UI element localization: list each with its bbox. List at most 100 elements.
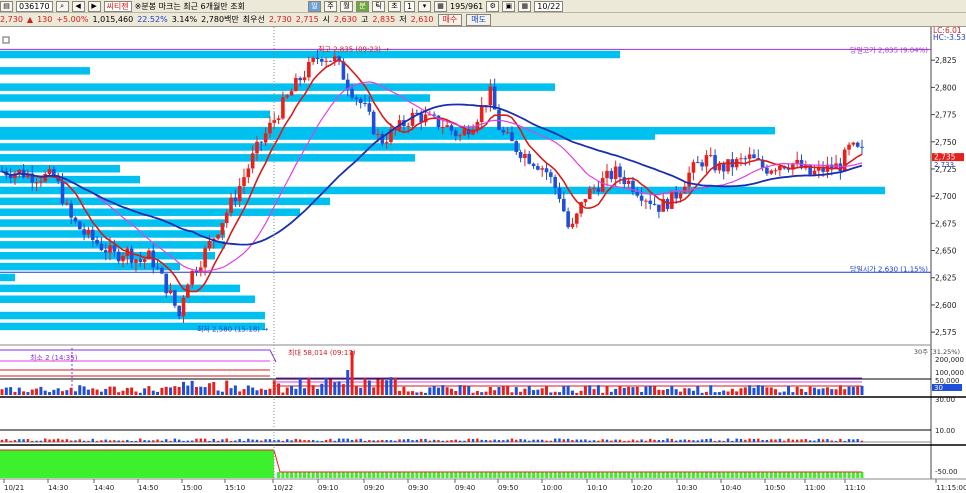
candle <box>181 297 186 317</box>
candle <box>281 97 285 119</box>
stock-code-input[interactable]: 036170 <box>16 0 53 12</box>
ind1-bar <box>286 439 289 442</box>
ind1-bar <box>778 438 782 442</box>
ind1-bar <box>653 439 656 442</box>
ind1-bar <box>813 440 816 442</box>
volume-bar <box>566 385 570 395</box>
date-input[interactable]: 10/22 <box>534 0 564 12</box>
volume-bar <box>4 387 8 395</box>
ind2-bar <box>704 472 708 478</box>
ind2-bar <box>765 472 769 478</box>
volume-bar <box>22 391 26 395</box>
y-tick-label: 2,800 <box>935 83 957 92</box>
ind1-bar <box>177 439 181 442</box>
ind1-bar <box>497 440 501 442</box>
ind2-bar <box>359 472 363 478</box>
dropdown-icon[interactable]: ▾ <box>418 0 432 12</box>
ind1-bar <box>182 440 185 442</box>
volume-bar <box>458 385 462 395</box>
volume-bar <box>774 389 778 395</box>
ind1-bar <box>104 439 107 442</box>
ind1-bar <box>355 439 358 442</box>
x-tick-label: 10:10 <box>587 484 607 492</box>
ind2-bar <box>281 472 285 478</box>
ind2-bar <box>350 472 354 478</box>
period-week-button[interactable]: 주 <box>323 0 337 12</box>
volume-bar <box>622 387 626 395</box>
volume-bar <box>735 391 739 395</box>
candle <box>609 170 614 180</box>
sell-button[interactable]: 매도 <box>466 13 491 26</box>
calendar-icon[interactable]: ▦ <box>518 0 532 12</box>
candle <box>613 166 618 180</box>
volume-bar <box>207 383 211 395</box>
ind1-bar <box>407 438 410 442</box>
buy-button[interactable]: 매수 <box>437 13 463 26</box>
high-price: 2,835 <box>372 15 396 24</box>
period-minute-button[interactable]: 분 <box>355 0 369 12</box>
volume-bar <box>821 388 825 395</box>
low-label: 저 <box>399 15 407 24</box>
ind1-bar <box>817 438 820 442</box>
candle <box>812 170 817 175</box>
volume-bar <box>506 385 510 395</box>
ind1-bar <box>579 439 583 442</box>
lock-icon[interactable]: ▣ <box>502 0 516 12</box>
period-second-button[interactable]: 초 <box>387 0 401 12</box>
candle <box>294 77 298 92</box>
ind2-bar <box>687 472 691 478</box>
volume-bar <box>298 378 302 395</box>
ind2-bar <box>657 472 661 478</box>
period-value-select[interactable]: 1 <box>403 0 416 12</box>
ind1-bar <box>160 440 164 442</box>
ind1-bar <box>5 439 8 442</box>
vol-min-label: 최소 2 (14:35) <box>30 353 78 362</box>
ind1-bar <box>847 439 851 442</box>
ind1-bar <box>856 439 859 442</box>
period-day-button[interactable]: 일 <box>307 0 321 12</box>
volume-bar <box>56 388 60 395</box>
candle <box>855 142 860 147</box>
candle <box>363 103 367 105</box>
ind2-bar <box>748 472 752 478</box>
ind1-bar <box>843 440 846 442</box>
volume-bar <box>30 389 34 395</box>
stock-chart[interactable]: 2,5752,6002,6252,6502,6752,7002,7252,750… <box>0 27 966 493</box>
prev-arrow-icon[interactable]: ◀ <box>71 0 85 12</box>
volume-bar <box>717 392 721 395</box>
ind1-bar <box>108 440 112 442</box>
volume-bar <box>108 386 112 395</box>
volume-bar <box>830 389 834 395</box>
candle <box>726 159 730 172</box>
profile-bar <box>0 284 240 293</box>
period-month-button[interactable]: 월 <box>339 0 353 12</box>
ind1-bar <box>506 439 509 442</box>
candle <box>453 130 458 137</box>
volume-bar <box>670 385 674 395</box>
grid-icon[interactable]: ▦ <box>434 0 448 12</box>
volume-bar <box>795 386 799 395</box>
ind1-bar <box>657 439 661 442</box>
next-arrow-icon[interactable]: ▶ <box>87 0 101 12</box>
ind1-bar <box>683 439 687 442</box>
ind2-bar <box>398 472 402 478</box>
menu-icon[interactable]: ▤ <box>0 0 13 12</box>
search-icon[interactable]: ⌕ <box>55 0 69 12</box>
ind1-bar <box>808 440 812 442</box>
ind1-bar <box>502 440 505 442</box>
candle <box>358 98 363 104</box>
ind1-bar <box>419 438 423 442</box>
volume-bar <box>488 386 492 395</box>
ind2-block <box>0 450 274 478</box>
period-tick-button[interactable]: 틱 <box>371 0 385 12</box>
volume-bar <box>194 386 198 395</box>
candle <box>557 187 562 199</box>
volume-bar <box>311 385 315 395</box>
ind1-bar <box>121 440 125 442</box>
ind1-bar <box>726 438 730 442</box>
ind2-bar <box>562 472 566 478</box>
candle <box>600 178 605 192</box>
candle <box>406 125 411 127</box>
ind2-bar <box>298 472 302 478</box>
settings-icon[interactable]: ⚙ <box>486 0 500 12</box>
